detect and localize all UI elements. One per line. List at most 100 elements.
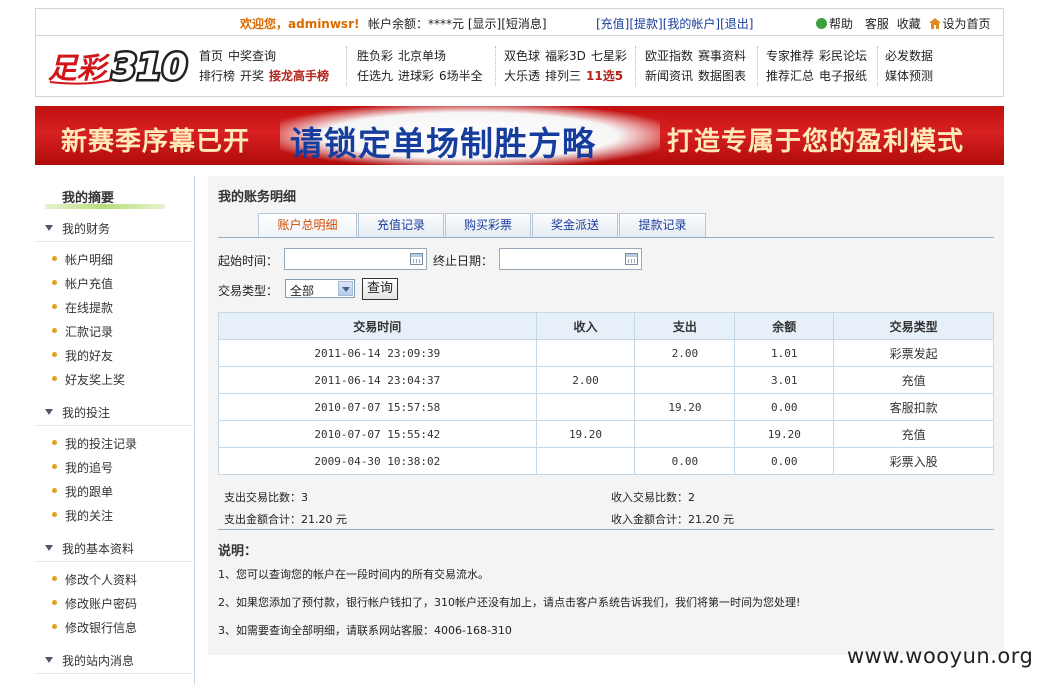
nav-divider	[346, 46, 347, 86]
nav-pl3[interactable]: 排列三	[545, 69, 581, 83]
nav-goals[interactable]: 进球彩	[398, 69, 434, 83]
start-time-input[interactable]	[284, 248, 427, 270]
sidebar-section-profile[interactable]: 我的基本资料	[35, 534, 193, 562]
account-links: [充值][提款][我的帐户][退出]	[596, 15, 754, 32]
transactions-table: 交易时间 收入 支出 余额 交易类型 2011-06-14 23:09:39 2…	[218, 312, 994, 475]
nav-ranking[interactable]: 排行榜	[199, 69, 235, 83]
banner-text-center: 请锁定单场制胜方略	[290, 124, 596, 163]
tab-account-summary[interactable]: 账户总明细	[258, 213, 357, 237]
favorite-link[interactable]: 收藏	[897, 17, 921, 31]
svg-text:310: 310	[112, 47, 187, 88]
sidebar-section-label: 我的站内消息	[62, 654, 135, 668]
set-homepage-link[interactable]: 设为首页	[928, 17, 995, 31]
nav-super-lotto[interactable]: 大乐透	[504, 69, 540, 83]
nav-group-media: 必发数据 媒体预测	[885, 46, 938, 86]
sidebar-section-betting[interactable]: 我的投注	[35, 398, 193, 426]
trade-type-value: 全部	[290, 284, 315, 298]
chevron-down-icon[interactable]	[338, 281, 353, 296]
bullet-icon	[52, 488, 57, 493]
note-item: 1、您可以查询您的帐户在一段时间内的所有交易流水。	[218, 568, 489, 581]
cell-income: 19.20	[535, 420, 636, 448]
recharge-link[interactable]: [充值]	[596, 17, 629, 31]
bullet-icon	[52, 304, 57, 309]
nav-media-forecast[interactable]: 媒体预测	[885, 69, 933, 83]
tab-recharge-records[interactable]: 充值记录	[358, 213, 444, 237]
cell-balance: 3.01	[734, 366, 835, 394]
nav-group-football: 胜负彩 北京单场 任选九 进球彩 6场半全	[357, 46, 488, 86]
nav-group-lottery: 双色球 福彩3D 七星彩 大乐透 排列三 11选5	[504, 46, 632, 86]
sidebar-section-messages[interactable]: 我的站内消息	[35, 646, 193, 674]
nav-draw[interactable]: 开奖	[240, 69, 264, 83]
nav-beijing-single[interactable]: 北京单场	[398, 49, 446, 63]
sidebar-section-label: 我的投注	[62, 406, 111, 420]
nav-box: 足彩 310 首页 中奖查询 排行榜 开奖 接龙高手榜 胜负彩 北京单场 任选九 进球彩 6…	[35, 35, 1004, 97]
sidebar-item-label: 修改个人资料	[65, 573, 138, 587]
cell-expense	[634, 366, 736, 394]
bullet-icon	[52, 512, 57, 517]
nav-expert-picks[interactable]: 专家推荐	[766, 49, 814, 63]
cell-time: 2011-06-14 23:09:39	[218, 339, 537, 367]
help-link[interactable]: 帮助	[816, 17, 857, 31]
trade-type-select[interactable]: 全部	[285, 279, 355, 298]
tab-prize-payouts[interactable]: 奖金派送	[532, 213, 618, 237]
sidebar-item-label: 在线提款	[65, 301, 114, 315]
cell-time: 2011-06-14 23:04:37	[218, 366, 537, 394]
cell-expense: 2.00	[634, 339, 736, 367]
nav-choose-nine[interactable]: 任选九	[357, 69, 393, 83]
nav-e-paper[interactable]: 电子报纸	[819, 69, 867, 83]
trade-type-label: 交易类型：	[218, 284, 279, 298]
service-link[interactable]: 客服	[865, 17, 889, 31]
calendar-icon[interactable]	[625, 253, 638, 265]
cell-balance: 1.01	[734, 339, 835, 367]
help-links: 帮助 客服 收藏 设为首页	[816, 15, 999, 32]
sidebar-item-label: 帐户充值	[65, 277, 114, 291]
cell-income	[535, 339, 636, 367]
sidebar-section-label: 我的财务	[62, 222, 111, 236]
table-row: 2010-07-07 15:55:42 19.20 19.20 充值	[218, 420, 994, 448]
sidebar-item-label: 我的追号	[65, 461, 114, 475]
banner-text-left: 新赛季序幕已开	[61, 127, 251, 157]
promo-banner[interactable]: 新赛季序幕已开 请锁定单场制胜方略 打造专属于您的盈利模式	[35, 106, 1004, 165]
messages-link[interactable]: [短消息]	[501, 17, 546, 31]
nav-master-ranking[interactable]: 接龙高手榜	[269, 69, 329, 83]
nav-match-info[interactable]: 赛事资料	[698, 49, 746, 63]
nav-win-lose[interactable]: 胜负彩	[357, 49, 393, 63]
nav-double-color[interactable]: 双色球	[504, 49, 540, 63]
nav-11-5[interactable]: 11选5	[586, 69, 623, 83]
nav-group-expert: 专家推荐 彩民论坛 推荐汇总 电子报纸	[766, 46, 872, 86]
nav-divider	[757, 46, 758, 86]
summary-divider	[218, 529, 994, 530]
nav-prize-query[interactable]: 中奖查询	[228, 49, 276, 63]
cell-balance: 19.20	[734, 420, 835, 448]
nav-seven-star[interactable]: 七星彩	[591, 49, 627, 63]
sidebar-section-finance[interactable]: 我的财务	[35, 214, 193, 242]
withdraw-link[interactable]: [提款]	[629, 17, 662, 31]
nav-fc3d[interactable]: 福彩3D	[545, 49, 586, 63]
nav-betfair-data[interactable]: 必发数据	[885, 49, 933, 63]
nav-six-halftime[interactable]: 6场半全	[439, 69, 483, 83]
tab-lottery-purchases[interactable]: 购买彩票	[445, 213, 531, 237]
site-logo[interactable]: 足彩 310	[46, 42, 192, 91]
cell-balance: 0.00	[734, 447, 835, 475]
nav-odds[interactable]: 欧亚指数	[645, 49, 693, 63]
col-header-expense: 支出	[634, 312, 736, 340]
nav-charts[interactable]: 数据图表	[698, 69, 746, 83]
end-date-input[interactable]	[499, 248, 642, 270]
set-homepage-label: 设为首页	[942, 17, 991, 31]
show-balance-link[interactable]: [显示]	[468, 17, 501, 31]
nav-forum[interactable]: 彩民论坛	[819, 49, 867, 63]
nav-home[interactable]: 首页	[199, 49, 223, 63]
col-header-type: 交易类型	[833, 312, 994, 340]
query-button[interactable]: 查询	[362, 278, 398, 300]
my-account-link[interactable]: [我的帐户]	[663, 17, 720, 31]
calendar-icon[interactable]	[410, 253, 423, 265]
top-bar: 欢迎您，adminwsr! 帐户余额：****元 [显示][短消息] [充值][…	[35, 8, 1004, 35]
tab-withdraw-records[interactable]: 提款记录	[619, 213, 706, 237]
page-title: 我的账务明细	[218, 190, 297, 205]
logout-link[interactable]: [退出]	[720, 17, 753, 31]
nav-picks-summary[interactable]: 推荐汇总	[766, 69, 814, 83]
collapse-arrow-icon	[45, 409, 53, 415]
cell-expense	[634, 420, 736, 448]
bullet-icon	[52, 376, 57, 381]
nav-news[interactable]: 新闻资讯	[645, 69, 693, 83]
